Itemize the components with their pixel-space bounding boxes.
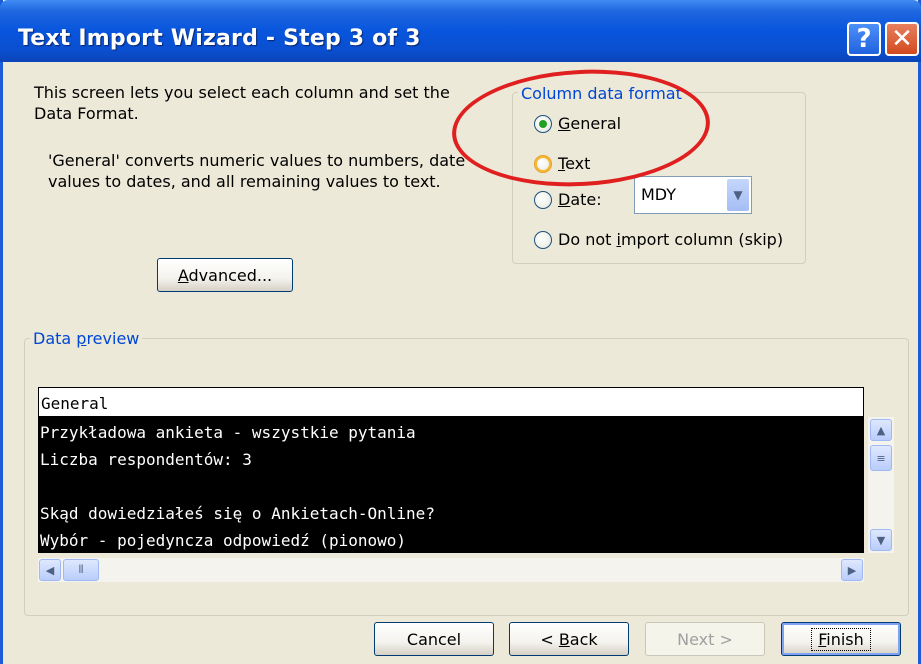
radio-skip[interactable]: Do not import column (skip) xyxy=(534,230,783,249)
scroll-up-icon[interactable]: ▲ xyxy=(870,419,892,441)
intro-text: This screen lets you select each column … xyxy=(34,83,450,123)
finish-button[interactable]: Finish xyxy=(781,622,901,656)
scroll-down-icon[interactable]: ▼ xyxy=(870,529,892,551)
radio-skip-label: Do not import column (skip) xyxy=(558,230,784,249)
date-format-value: MDY xyxy=(641,185,677,204)
general-description: 'General' converts numeric values to num… xyxy=(48,151,466,191)
preview-line: Wybór - pojedyncza odpowiedź (pionowo) xyxy=(40,531,407,550)
cancel-button[interactable]: Cancel xyxy=(374,622,494,656)
back-button[interactable]: < Back xyxy=(509,622,629,656)
radio-text-label: Text xyxy=(558,154,591,173)
window-title: Text Import Wizard - Step 3 of 3 xyxy=(18,26,421,51)
dialog-content: This screen lets you select each column … xyxy=(0,62,921,664)
radio-date[interactable]: Date: xyxy=(534,190,602,209)
radio-text[interactable]: Text xyxy=(534,154,590,173)
horizontal-scrollbar[interactable]: ◀ ⦀ ▶ xyxy=(38,558,864,582)
help-button[interactable]: ? xyxy=(847,22,881,56)
preview-line xyxy=(40,473,862,500)
radio-general-indicator[interactable] xyxy=(534,114,552,133)
preview-column-header[interactable]: General xyxy=(38,387,864,417)
back-button-label: < Back xyxy=(540,629,598,649)
radio-general[interactable]: General xyxy=(534,114,621,133)
radio-text-indicator[interactable] xyxy=(534,154,552,173)
chevron-down-icon[interactable]: ▼ xyxy=(727,179,749,211)
data-preview-title: Data preview xyxy=(30,329,143,348)
date-format-select[interactable]: MDY ▼ xyxy=(634,176,752,214)
preview-line: Liczba respondentów: 3 xyxy=(40,450,252,469)
column-data-format-title: Column data format xyxy=(518,84,685,103)
scroll-left-icon[interactable]: ◀ xyxy=(39,559,61,581)
text-import-wizard-window: Text Import Wizard - Step 3 of 3 ? ✕ Thi… xyxy=(0,0,921,664)
scroll-right-icon[interactable]: ▶ xyxy=(841,559,863,581)
radio-general-label: General xyxy=(558,114,622,133)
preview-line: Skąd dowiedziałeś się o Ankietach-Online… xyxy=(40,504,435,523)
vertical-scrollbar[interactable]: ▲ ≡ ▼ xyxy=(868,417,894,553)
cancel-button-label: Cancel xyxy=(406,629,462,649)
vertical-scroll-thumb[interactable]: ≡ xyxy=(870,445,892,471)
preview-body[interactable]: Przykładowa ankieta - wszystkie pytania … xyxy=(38,417,864,553)
advanced-button-label: Advanced... xyxy=(177,265,273,285)
next-button[interactable]: Next > xyxy=(645,622,765,656)
radio-date-indicator[interactable] xyxy=(534,190,552,209)
preview-line: Przykładowa ankieta - wszystkie pytania xyxy=(40,423,416,442)
close-button[interactable]: ✕ xyxy=(885,22,919,56)
help-icon: ? xyxy=(856,24,872,54)
close-icon: ✕ xyxy=(891,24,913,54)
radio-date-label: Date: xyxy=(558,190,602,209)
title-bar[interactable]: Text Import Wizard - Step 3 of 3 ? ✕ xyxy=(0,0,921,62)
next-button-label: Next > xyxy=(677,629,733,649)
finish-button-label: Finish xyxy=(811,627,871,651)
radio-skip-indicator[interactable] xyxy=(534,230,552,249)
advanced-button[interactable]: Advanced... xyxy=(157,258,293,292)
horizontal-scroll-thumb[interactable]: ⦀ xyxy=(63,559,99,581)
